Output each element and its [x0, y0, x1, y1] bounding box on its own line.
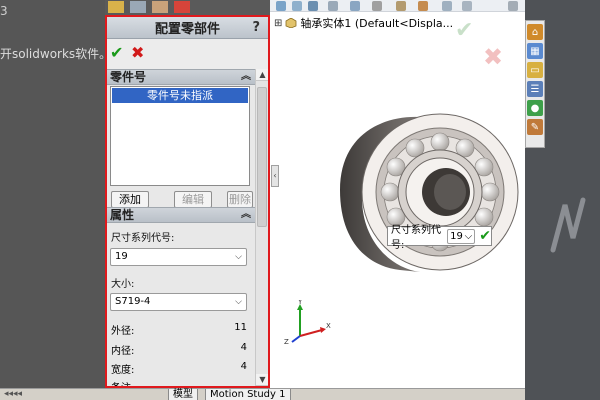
display-style-icon[interactable] — [372, 1, 382, 11]
inner-diameter-row: 内径: 4 — [111, 342, 247, 357]
expand-icon[interactable]: ⊞ — [274, 18, 282, 29]
task-pane: ⌂ ▦ ▭ ☰ ● ✎ — [525, 20, 545, 148]
property-label: 外径: — [111, 326, 135, 337]
background-step-number: 3 — [0, 4, 8, 18]
file-explorer-icon[interactable]: ▭ — [527, 62, 543, 78]
scroll-down-icon[interactable]: ▼ — [256, 374, 268, 386]
width-row: 宽度: 4 — [111, 361, 247, 376]
callout-select-value: 19 — [450, 230, 463, 242]
zoom-area-icon[interactable] — [292, 1, 302, 11]
custom-properties-icon[interactable]: ✎ — [527, 119, 543, 135]
feature-tree-flyout[interactable]: ⊞ 轴承实体1 (Default<Displa... — [274, 15, 453, 31]
comment-row: 备注: — [111, 379, 247, 386]
view-settings-icon[interactable] — [462, 1, 472, 11]
size-value: S719-4 — [115, 296, 151, 307]
configuration-manager-tab-icon[interactable] — [152, 1, 168, 13]
heads-up-toolbar — [270, 0, 525, 12]
list-item[interactable]: 零件号未指派 — [112, 88, 248, 103]
size-series-label: 尺寸系列代号: — [111, 233, 175, 244]
size-select[interactable]: S719-4 ⌵ — [110, 293, 247, 311]
svg-text:Z: Z — [284, 338, 289, 346]
panel-action-row: ✔ ✖ — [107, 39, 268, 69]
previous-view-icon[interactable] — [308, 1, 318, 11]
size-label: 大小: — [111, 279, 135, 290]
panel-header: 配置零部件 ? — [107, 17, 268, 39]
panel-title: 配置零部件 — [154, 22, 220, 37]
background-article-text: 开solidworks软件。 — [0, 47, 112, 61]
property-value: 4 — [240, 361, 247, 372]
size-series-callout: 尺寸系列代号: 19 ⌵ ✔ — [387, 225, 492, 251]
svg-text:X: X — [326, 322, 331, 330]
part-number-group-title: 零件号 — [110, 70, 147, 84]
help-icon[interactable]: ? — [252, 20, 260, 35]
properties-group-title: 属性 — [110, 208, 135, 222]
tab-scroll-arrows-icon[interactable]: ◂◂◂◂ — [4, 389, 22, 399]
properties-group-header[interactable]: 属性 ︽ — [107, 207, 255, 223]
property-label: 备注: — [111, 379, 134, 386]
background-left: 3 开solidworks软件。 — [0, 0, 111, 400]
tab-model[interactable]: 模型 — [168, 389, 198, 400]
view-orientation-icon[interactable] — [350, 1, 360, 11]
scroll-thumb[interactable] — [257, 87, 267, 227]
confirm-corner-ok-icon[interactable]: ✔ — [455, 18, 473, 43]
callout-label: 尺寸系列代号: — [391, 225, 441, 251]
manager-tabs — [108, 1, 190, 13]
add-button[interactable]: 添加 — [111, 191, 149, 208]
collapse-up-icon[interactable]: ︽ — [241, 70, 251, 84]
svg-text:Y: Y — [297, 300, 303, 306]
appearances-icon[interactable]: ● — [527, 100, 543, 116]
view-palette-icon[interactable]: ☰ — [527, 81, 543, 97]
zoom-fit-icon[interactable] — [276, 1, 286, 11]
callout-size-series-select[interactable]: 19 ⌵ — [447, 228, 476, 244]
size-series-value: 19 — [115, 251, 128, 262]
panel-splitter-handle[interactable]: ‹ — [271, 165, 279, 187]
confirm-corner-cancel-icon[interactable]: ✖ — [483, 43, 503, 71]
property-value: 11 — [234, 322, 247, 333]
chevron-down-icon: ⌵ — [235, 252, 242, 262]
part-number-list[interactable]: 零件号未指派 — [110, 86, 250, 186]
toolbar-more-icon[interactable] — [508, 1, 518, 11]
edit-button[interactable]: 编辑 — [174, 191, 212, 208]
property-manager-tab-icon[interactable] — [130, 1, 146, 13]
delete-button[interactable]: 删除 — [227, 191, 253, 208]
collapse-up-icon[interactable]: ︽ — [241, 208, 251, 222]
ok-icon[interactable]: ✔ — [110, 43, 123, 62]
property-label: 内径: — [111, 346, 135, 357]
scene-icon[interactable] — [442, 1, 452, 11]
chevron-down-icon: ⌵ — [464, 230, 473, 242]
hide-show-icon[interactable] — [396, 1, 406, 11]
property-value: 4 — [240, 342, 247, 353]
scroll-up-icon[interactable]: ▲ — [256, 69, 268, 81]
appearance-icon[interactable] — [418, 1, 428, 11]
part-number-group-header[interactable]: 零件号 ︽ — [107, 69, 255, 85]
part-icon — [285, 18, 297, 28]
cancel-icon[interactable]: ✖ — [131, 43, 144, 62]
panel-scrollbar[interactable]: ▲ ▼ — [255, 69, 268, 386]
display-manager-tab-icon[interactable] — [174, 1, 190, 13]
callout-ok-icon[interactable]: ✔ — [479, 228, 491, 244]
tab-motion-study[interactable]: Motion Study 1 — [205, 389, 291, 400]
feature-manager-tab-icon[interactable] — [108, 1, 124, 13]
chevron-down-icon: ⌵ — [235, 297, 242, 307]
configure-component-panel: 配置零部件 ? ✔ ✖ 零件号 ︽ 零件号未指派 添加 编辑 删除 属性 ︽ 尺… — [105, 15, 270, 388]
size-series-select[interactable]: 19 ⌵ — [110, 248, 247, 266]
bottom-tab-bar: ◂◂◂◂ 模型 Motion Study 1 — [0, 388, 525, 400]
solidworks-resources-icon[interactable]: ⌂ — [527, 24, 543, 40]
tree-part-label: 轴承实体1 (Default<Displa... — [300, 17, 454, 30]
design-library-icon[interactable]: ▦ — [527, 43, 543, 59]
section-view-icon[interactable] — [328, 1, 338, 11]
outer-diameter-row: 外径: 11 — [111, 322, 247, 337]
axis-triad-icon: Y X Z — [284, 300, 331, 346]
property-label: 宽度: — [111, 365, 135, 376]
graphics-viewport[interactable]: ⊞ 轴承实体1 (Default<Displa... ✔ ✖ Y X Z 尺寸系… — [270, 0, 525, 388]
